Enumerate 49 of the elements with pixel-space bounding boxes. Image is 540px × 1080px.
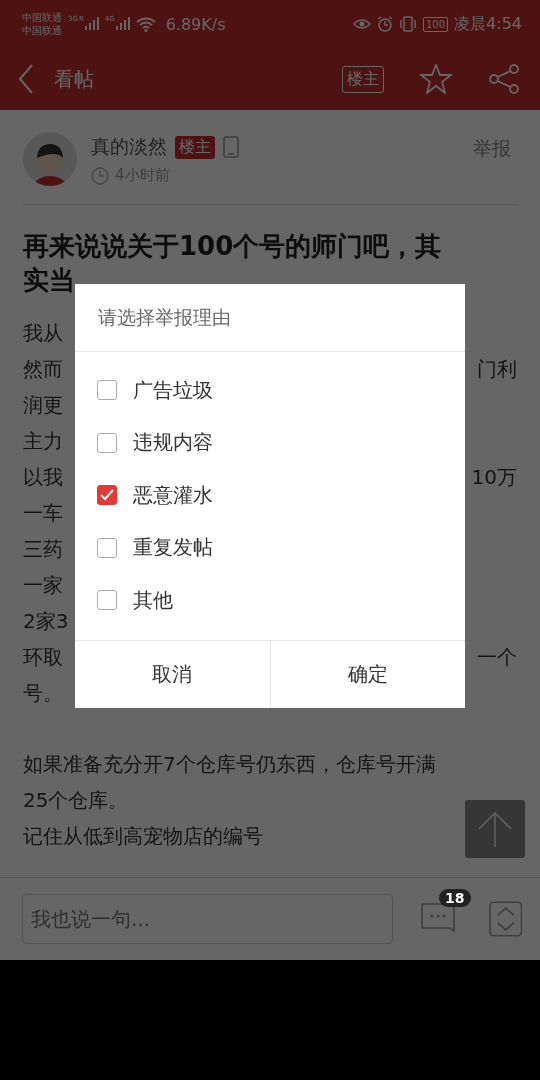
battery-level: 100 [422,16,449,32]
body-text: 一车 [23,500,63,527]
wifi-icon [135,16,156,32]
vibrate-icon [398,16,417,32]
body-text: 我从 [23,320,63,347]
carrier-name: 中国联通 [22,11,62,24]
page-title: 看帖 [54,65,95,93]
network-speed: 6.89K/s [165,14,226,34]
share-icon[interactable] [488,64,520,94]
body-text: 环取 [23,644,63,671]
reason-option[interactable]: 重复发帖 [75,521,465,574]
comment-count: 18 [439,889,471,907]
checkbox[interactable] [97,590,117,611]
clock-time: 凌晨4:54 [454,13,522,35]
reason-option[interactable]: 恶意灌水 [75,469,465,522]
body-text: 一家 [23,572,63,599]
page-updown-icon[interactable] [488,901,522,937]
reason-option[interactable]: 广告垃圾 [75,364,465,417]
checkbox[interactable] [97,537,117,558]
body-text: 号。 [23,680,63,707]
clock-icon [91,166,109,185]
star-icon[interactable] [420,64,452,94]
body-text: 一个 [477,644,517,671]
body-text: 润更 [23,392,63,419]
owner-badge: 楼主 [175,135,215,159]
body-text: 2家3 [23,608,69,635]
body-text: 如果准备充分开7个仓库号仍东西，仓库号开满 [23,751,436,778]
checkbox[interactable] [97,485,117,506]
scroll-top-button[interactable] [465,800,525,858]
eye-icon [352,17,371,31]
back-icon[interactable] [18,64,34,94]
post-title: 实当 [23,265,75,295]
reason-option[interactable]: 其他 [75,574,465,627]
body-text: 以我 [23,464,63,491]
body-text: 门利 [477,356,517,383]
body-text: 然而 [23,356,63,383]
alarm-icon [376,16,393,32]
post-title: 再来说说关于100个号的师门吧，其 [23,231,442,261]
dialog-title: 请选择举报理由 [75,284,465,352]
body-text: 记住从低到高宠物店的编号 [23,823,263,850]
body-text: 25个仓库。 [23,787,129,814]
body-text: 三药 [23,536,63,563]
phone-icon [223,136,239,158]
body-text: 10万 [471,464,517,491]
checkbox[interactable] [97,380,117,401]
checkbox[interactable] [97,432,117,453]
carrier-name: 中国联通 [22,24,62,37]
reason-option[interactable]: 违规内容 [75,416,465,469]
body-text: 主力 [23,428,63,455]
